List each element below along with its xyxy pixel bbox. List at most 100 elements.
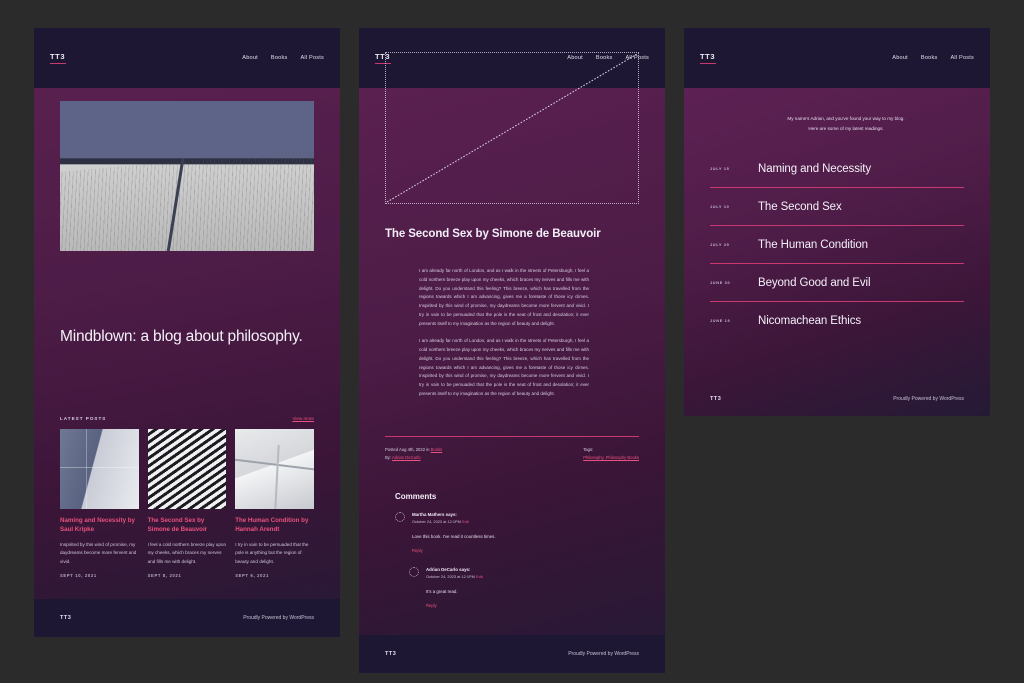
avatar	[395, 512, 405, 522]
avatar	[409, 567, 419, 577]
archive-intro: My name's Adrian, and you've found your …	[746, 114, 946, 133]
post-card-excerpt: I try in vain to be persuaded that the p…	[235, 541, 309, 564]
post-title: The Second Sex by Simone de Beauvoir	[385, 228, 601, 240]
archive-item-date: JULY 10	[710, 204, 730, 209]
comment-reply-link[interactable]: Reply	[426, 603, 609, 608]
post-author-line: By: Adrian DeCarlo	[385, 454, 442, 462]
post-posted-line: Posted Aug 4th, 2022 in Books	[385, 446, 442, 454]
post-meta: Posted Aug 4th, 2022 in Books By: Adrian…	[385, 446, 639, 462]
list-item[interactable]: JULY 10 The Second Sex	[710, 188, 964, 226]
site-header: TT3 About Books All Posts	[684, 28, 990, 88]
hero-section: Mindblown: a blog about philosophy. LATE…	[34, 88, 340, 637]
comment-date: October 24, 2023 at 12:1PM Edit	[426, 574, 483, 580]
nav-item-books[interactable]: Books	[271, 55, 288, 61]
latest-posts-grid: Naming and Necessity by Saul Kripke Insp…	[60, 429, 314, 578]
primary-nav: About Books All Posts	[892, 55, 974, 61]
footer-brand: TT3	[60, 615, 72, 621]
single-post-panel: TT3 About Books All Posts The Second Sex…	[359, 28, 665, 673]
post-card-date: SEPT 8, 2021	[147, 573, 182, 579]
comment-author: Martha Mathers says:	[412, 512, 457, 517]
archive-body-section: My name's Adrian, and you've found your …	[684, 88, 990, 416]
site-footer: TT3 Proudly Powered by WordPress	[34, 599, 340, 637]
post-card-date: SEPT 10, 2021	[60, 573, 97, 579]
comment-reply-link[interactable]: Reply	[412, 548, 595, 553]
latest-posts-header: LATEST POSTS View more	[60, 416, 314, 421]
archive-item-title[interactable]: The Second Sex	[758, 201, 842, 213]
footer-credit[interactable]: Proudly Powered by WordPress	[893, 396, 964, 402]
comment-edit-link[interactable]: Edit	[462, 519, 469, 524]
nav-item-all-posts[interactable]: All Posts	[950, 55, 974, 61]
post-body-section: The Second Sex by Simone de Beauvoir I a…	[359, 52, 665, 673]
comment-timestamp: October 24, 2023 at 12:1PM	[412, 518, 462, 524]
footer-brand: TT3	[385, 651, 397, 657]
archive-item-date: JUNE 30	[710, 280, 731, 285]
page-title: Mindblown: a blog about philosophy.	[60, 328, 303, 345]
archive-page-panel: TT3 About Books All Posts My name's Adri…	[684, 28, 990, 416]
post-tags-links[interactable]: Philosophy, Philosophy Books	[583, 454, 639, 462]
post-card-excerpt: Inspirited by this wind of promise, my d…	[60, 541, 137, 564]
comment-date: October 24, 2023 at 12:1PM Edit	[412, 519, 469, 525]
post-card[interactable]: The Human Condition by Hannah Arendt I t…	[235, 429, 314, 578]
post-content: I am already far north of London, and as…	[419, 267, 589, 399]
comments-heading: Comments	[395, 492, 437, 501]
archive-intro-line-2: Here are some of my latest readings.	[808, 125, 884, 131]
site-header: TT3 About Books All Posts	[34, 28, 340, 88]
post-card-title[interactable]: The Second Sex by Simone de Beauvoir	[148, 516, 227, 535]
post-author-link[interactable]: Adrian DeCarlo	[392, 455, 421, 460]
comment-timestamp: October 24, 2023 at 12:1PM	[426, 573, 476, 579]
post-card-image	[60, 429, 139, 509]
post-card[interactable]: Naming and Necessity by Saul Kripke Insp…	[60, 429, 139, 578]
home-page-panel: TT3 About Books All Posts Mindblown: a b…	[34, 28, 340, 637]
archive-item-title[interactable]: The Human Condition	[758, 239, 868, 251]
nav-item-about[interactable]: About	[242, 55, 258, 61]
list-item[interactable]: JULY 15 Naming and Necessity	[710, 150, 964, 188]
screenshot-stage: TT3 About Books All Posts Mindblown: a b…	[0, 0, 1024, 683]
comment-item: Adrian DeCarlo says: October 24, 2023 at…	[409, 567, 609, 608]
comment-text: It's a great read.	[426, 588, 458, 594]
archive-item-date: JULY 29	[710, 242, 730, 247]
post-meta-divider	[385, 436, 639, 437]
post-card-excerpt: I feel a cold northern breeze play upon …	[147, 541, 226, 564]
archive-intro-line-1: My name's Adrian, and you've found your …	[787, 116, 905, 121]
post-card-date: SEPT 6, 2021	[235, 573, 270, 579]
posted-prefix: Posted Aug 4th, 2022 in	[385, 447, 431, 452]
archive-item-title[interactable]: Naming and Necessity	[758, 163, 871, 175]
post-card[interactable]: The Second Sex by Simone de Beauvoir I f…	[147, 429, 227, 579]
tags-label: Tags:	[583, 447, 594, 452]
post-paragraph: I am already far north of London, and as…	[419, 338, 589, 396]
nav-item-about[interactable]: About	[892, 55, 908, 61]
by-prefix: By:	[385, 454, 392, 460]
comment-item: Martha Mathers says: October 24, 2023 at…	[395, 512, 595, 553]
footer-brand: TT3	[710, 396, 722, 402]
brand-name: TT3	[700, 51, 716, 61]
site-footer: TT3 Proudly Powered by WordPress	[684, 382, 990, 416]
archive-item-title[interactable]: Beyond Good and Evil	[758, 277, 871, 289]
list-item[interactable]: JULY 29 The Human Condition	[710, 226, 964, 264]
post-category-link[interactable]: Books	[431, 447, 443, 452]
post-card-title[interactable]: The Human Condition by Hannah Arendt	[235, 516, 314, 535]
archive-item-title[interactable]: Nicomachean Ethics	[758, 315, 861, 327]
featured-image-placeholder	[385, 52, 639, 204]
footer-credit[interactable]: Proudly Powered by WordPress	[568, 651, 639, 657]
view-more-link[interactable]: View more	[292, 416, 314, 421]
comment-text: Love this book. I've read it countless t…	[412, 533, 496, 539]
list-item[interactable]: JUNE 19 Nicomachean Ethics	[710, 302, 964, 340]
list-item[interactable]: JUNE 30 Beyond Good and Evil	[710, 264, 964, 302]
brand-name: TT3	[50, 51, 66, 61]
post-paragraph: I am already far north of London, and as…	[419, 268, 589, 326]
comment-edit-link[interactable]: Edit	[476, 574, 483, 579]
primary-nav: About Books All Posts	[242, 55, 324, 61]
post-card-image	[235, 429, 314, 509]
nav-item-all-posts[interactable]: All Posts	[300, 55, 324, 61]
archive-list: JULY 15 Naming and Necessity JULY 10 The…	[710, 150, 964, 340]
footer-credit[interactable]: Proudly Powered by WordPress	[243, 615, 314, 621]
nav-item-books[interactable]: Books	[921, 55, 938, 61]
latest-posts-label: LATEST POSTS	[60, 416, 107, 421]
post-card-image	[147, 429, 227, 509]
brand-underline	[50, 62, 66, 65]
site-brand[interactable]: TT3	[50, 52, 66, 65]
site-brand[interactable]: TT3	[700, 52, 716, 65]
post-card-title[interactable]: Naming and Necessity by Saul Kripke	[60, 516, 139, 535]
archive-item-date: JULY 15	[710, 166, 730, 171]
archive-item-date: JUNE 19	[710, 319, 731, 323]
